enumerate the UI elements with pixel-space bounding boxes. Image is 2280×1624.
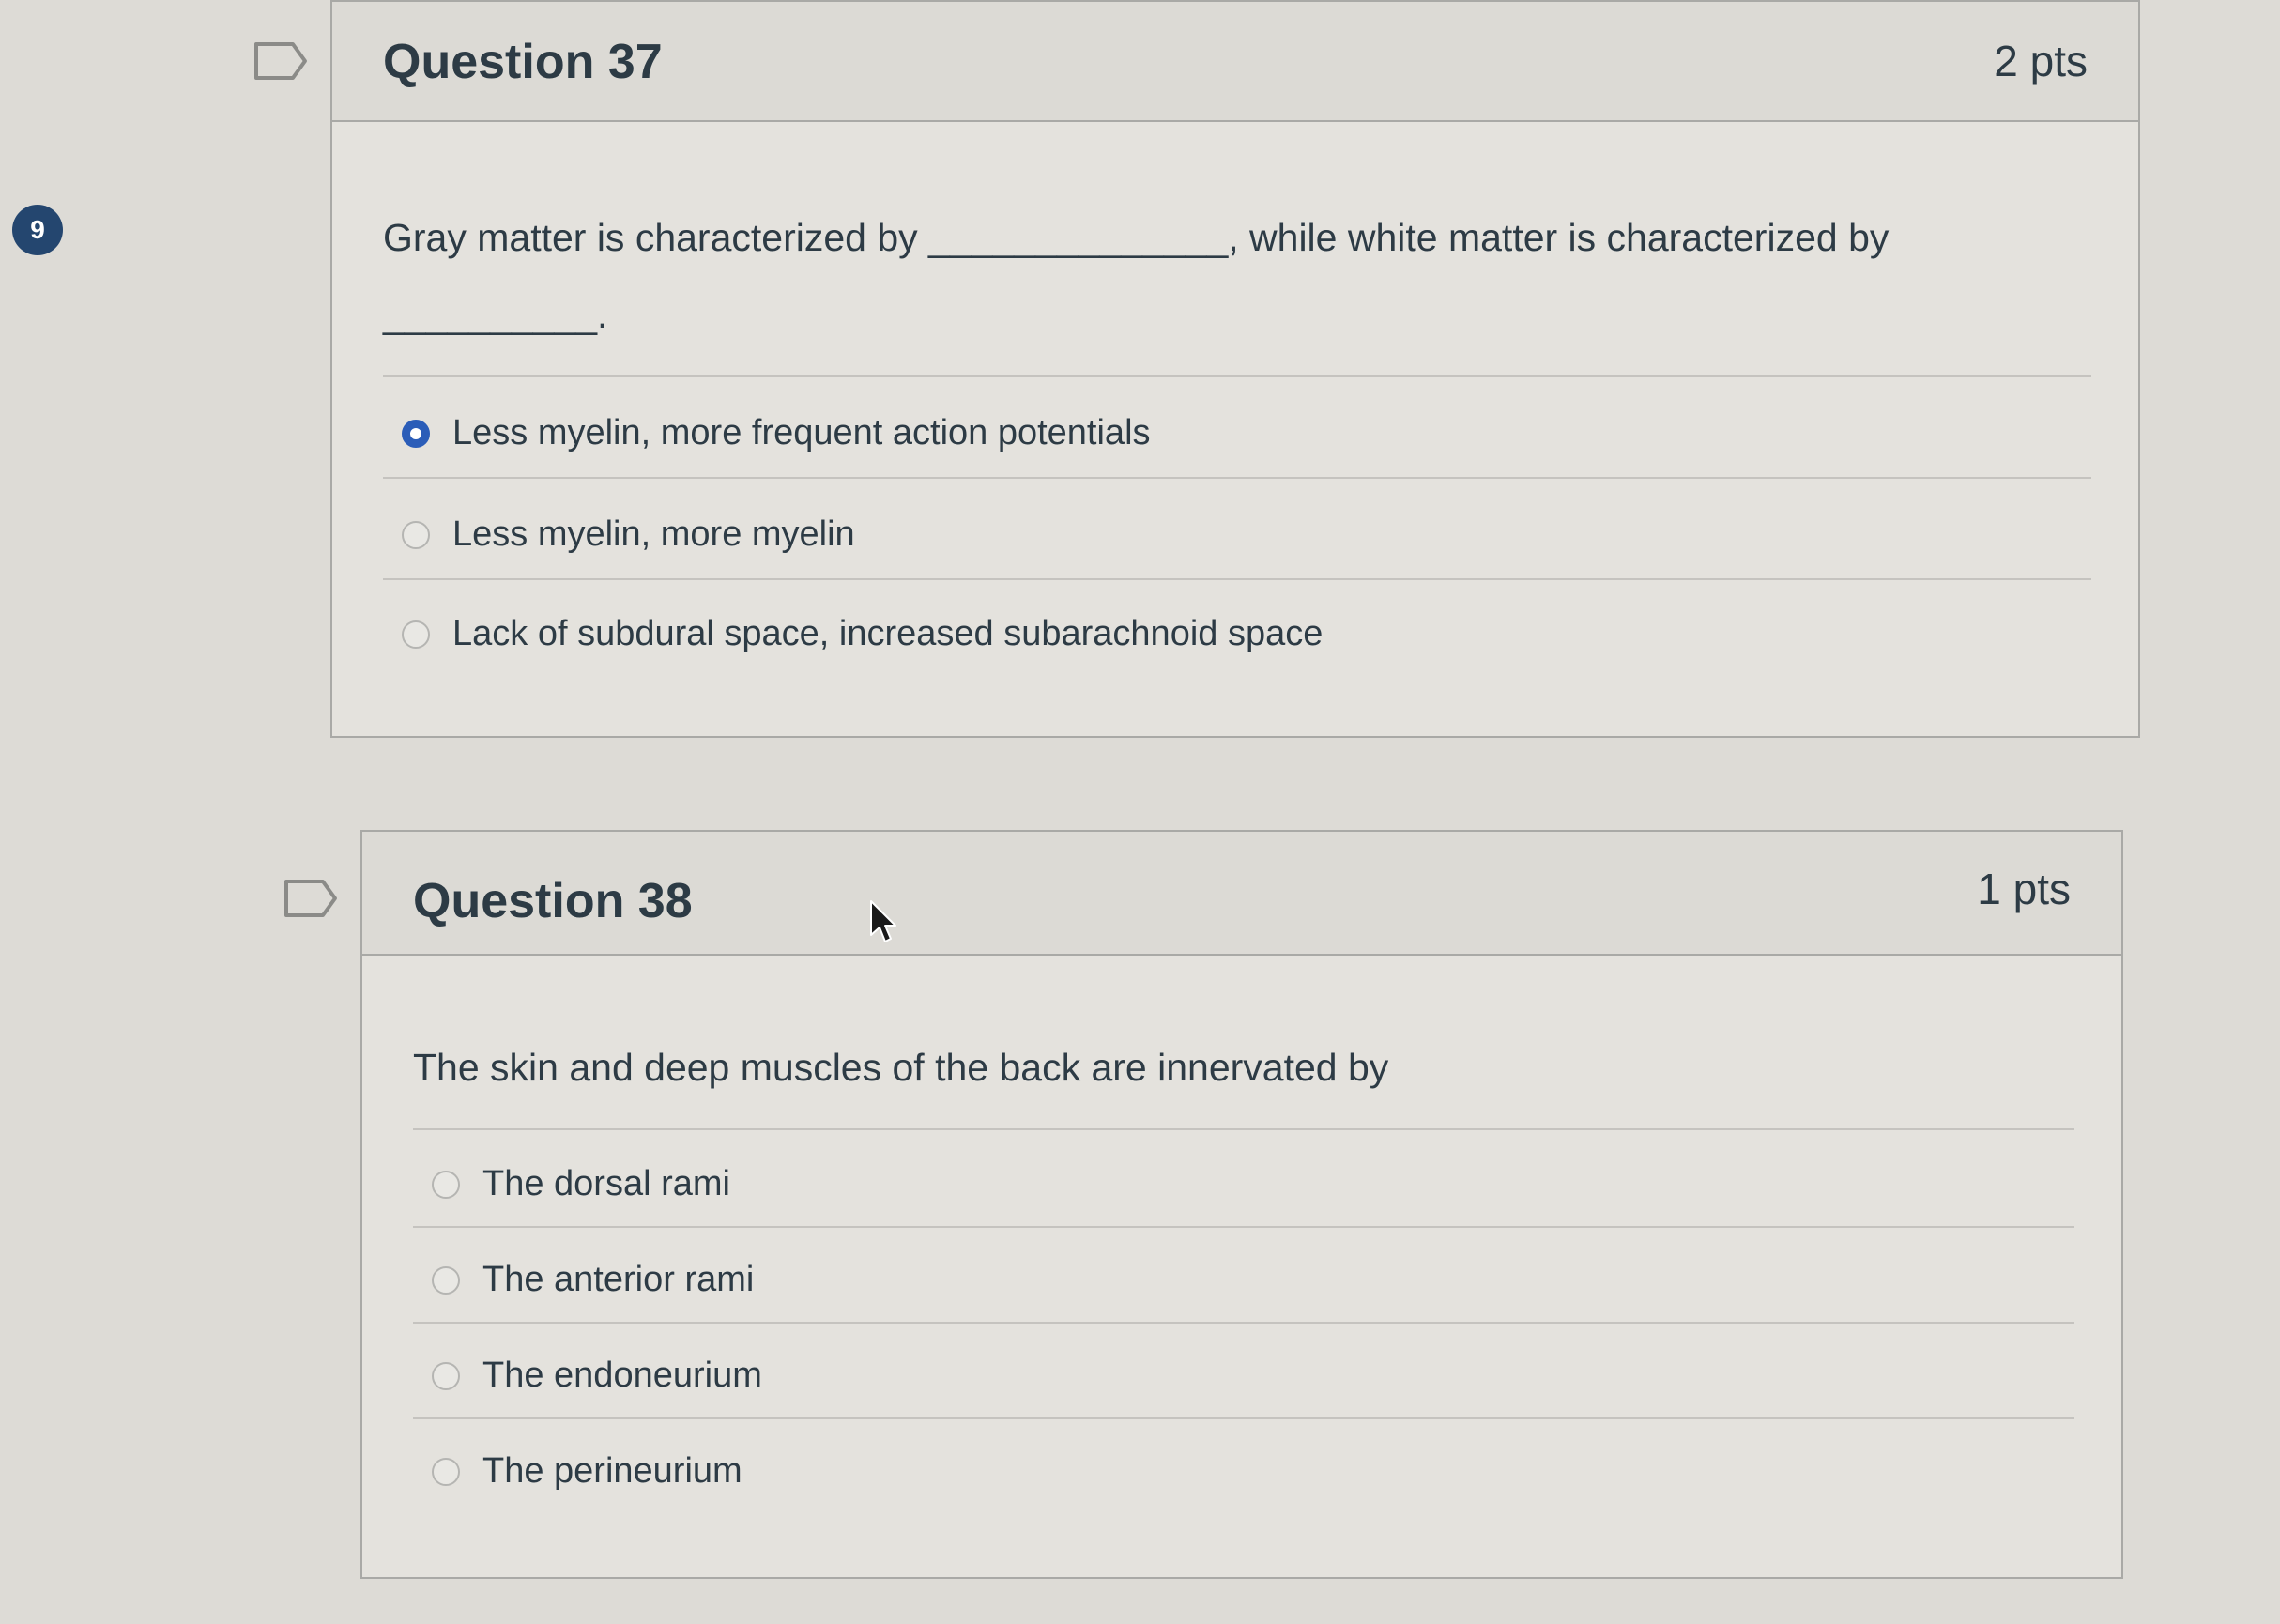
question-37-title: Question 37 <box>383 35 663 89</box>
answer-label: Lack of subdural space, increased subara… <box>452 614 1324 653</box>
answer-label: The anterior rami <box>482 1260 755 1299</box>
flag-question-38-icon[interactable] <box>283 879 338 918</box>
answer-label: The dorsal rami <box>482 1164 730 1203</box>
question-38-answer-4[interactable]: The perineurium <box>432 1451 742 1492</box>
answer-label: The perineurium <box>482 1451 742 1491</box>
answer-divider <box>383 578 2091 580</box>
question-38-header: Question 38 1 pts <box>362 832 2121 956</box>
radio-icon[interactable] <box>432 1170 460 1199</box>
radio-icon[interactable] <box>432 1265 460 1295</box>
question-37-text: Gray matter is characterized by ________… <box>383 216 1890 336</box>
answer-divider <box>413 1417 2074 1419</box>
answer-label: The endoneurium <box>482 1356 762 1395</box>
answer-divider <box>383 477 2091 479</box>
answer-label: Less myelin, more frequent action potent… <box>452 413 1151 452</box>
question-38-text: The skin and deep muscles of the back ar… <box>413 1046 1389 1089</box>
question-37-answer-1[interactable]: Less myelin, more frequent action potent… <box>402 413 1151 453</box>
question-38-answer-2[interactable]: The anterior rami <box>432 1260 754 1300</box>
radio-selected-icon[interactable] <box>402 419 430 448</box>
radio-icon[interactable] <box>402 520 430 549</box>
question-37-header: Question 37 2 pts <box>332 2 2138 122</box>
unanswered-count-badge: 9 <box>12 205 63 255</box>
answer-label: Less myelin, more myelin <box>452 514 855 554</box>
radio-icon[interactable] <box>432 1361 460 1390</box>
mouse-cursor-icon <box>869 899 897 944</box>
question-37-answer-2[interactable]: Less myelin, more myelin <box>402 514 855 555</box>
question-38-divider <box>413 1128 2074 1130</box>
question-37-points: 2 pts <box>1994 37 2088 85</box>
question-37-divider <box>383 375 2091 377</box>
question-38-card: Question 38 1 pts The skin and deep musc… <box>360 830 2123 1579</box>
question-37-answer-3[interactable]: Lack of subdural space, increased subara… <box>402 614 1323 654</box>
question-38-points: 1 pts <box>1977 865 2071 913</box>
radio-icon[interactable] <box>432 1457 460 1486</box>
radio-icon[interactable] <box>402 620 430 649</box>
question-37-card: Question 37 2 pts Gray matter is charact… <box>330 0 2140 738</box>
question-38-answer-3[interactable]: The endoneurium <box>432 1356 762 1396</box>
flag-question-37-icon[interactable] <box>253 41 308 81</box>
question-38-title: Question 38 <box>413 874 693 928</box>
question-38-answer-1[interactable]: The dorsal rami <box>432 1164 730 1204</box>
answer-divider <box>413 1322 2074 1324</box>
answer-divider <box>413 1226 2074 1228</box>
